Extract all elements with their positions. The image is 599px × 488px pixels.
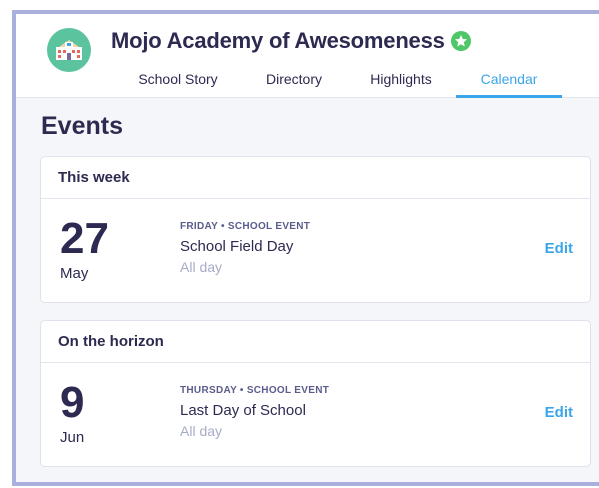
page-title: Events: [41, 112, 123, 140]
edit-event-button[interactable]: Edit: [545, 240, 573, 257]
section-heading: This week: [41, 157, 590, 199]
events-section-this-week: This week 27 May FRIDAY • SCHOOL EVENT S…: [40, 156, 591, 303]
event-date-day: 9: [60, 378, 85, 427]
school-name-heading: Mojo Academy of Awesomeness: [111, 28, 471, 54]
event-date-month: Jun: [60, 429, 85, 446]
school-building-icon: [56, 40, 82, 60]
verified-badge-icon: [450, 31, 471, 51]
school-logo: [47, 28, 91, 72]
event-time: All day: [180, 259, 223, 275]
event-item[interactable]: 27 May FRIDAY • SCHOOL EVENT School Fiel…: [41, 199, 590, 302]
school-name-text: Mojo Academy of Awesomeness: [111, 28, 445, 53]
section-heading: On the horizon: [41, 321, 590, 363]
event-meta: FRIDAY • SCHOOL EVENT: [180, 221, 311, 232]
tab-calendar[interactable]: Calendar: [456, 66, 562, 98]
event-date-month: May: [60, 265, 89, 282]
school-header: Mojo Academy of Awesomeness School Story…: [16, 14, 599, 98]
event-item[interactable]: 9 Jun THURSDAY • SCHOOL EVENT Last Day o…: [41, 363, 590, 466]
app-frame: Mojo Academy of Awesomeness School Story…: [12, 10, 599, 486]
event-title: School Field Day: [180, 238, 294, 255]
edit-event-button[interactable]: Edit: [545, 404, 573, 421]
tab-directory[interactable]: Directory: [262, 66, 326, 98]
event-date-day: 27: [60, 214, 109, 263]
events-section-on-the-horizon: On the horizon 9 Jun THURSDAY • SCHOOL E…: [40, 320, 591, 467]
tab-highlights[interactable]: Highlights: [366, 66, 436, 98]
event-time: All day: [180, 423, 223, 439]
event-meta: THURSDAY • SCHOOL EVENT: [180, 385, 330, 396]
event-title: Last Day of School: [180, 402, 306, 419]
tab-school-story[interactable]: School Story: [136, 66, 220, 98]
